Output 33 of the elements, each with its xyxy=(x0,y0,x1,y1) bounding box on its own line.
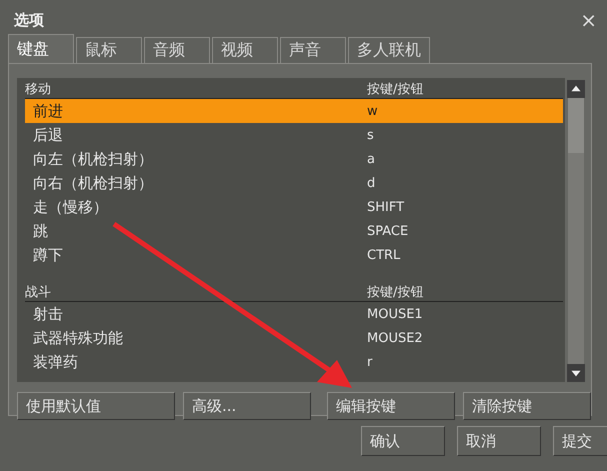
window-title: 选项 xyxy=(13,10,44,30)
scrollbar[interactable] xyxy=(567,80,585,382)
scroll-thumb[interactable] xyxy=(568,98,584,153)
binding-row[interactable]: 前进 w xyxy=(25,99,563,123)
panel-button[interactable]: 高级... xyxy=(183,392,311,420)
tab[interactable]: 键盘 xyxy=(8,34,74,63)
binding-row[interactable]: 向左（机枪扫射） a xyxy=(25,147,563,171)
binding-row[interactable]: 射击 MOUSE1 xyxy=(25,302,563,326)
section-header: 移动 xyxy=(25,81,52,98)
scroll-up-icon[interactable] xyxy=(567,80,585,98)
tab[interactable]: 视频 xyxy=(212,37,278,63)
binding-row[interactable]: 跳 SPACE xyxy=(25,219,563,243)
panel-button[interactable]: 清除按键 xyxy=(463,392,591,420)
binding-row[interactable]: 蹲下 CTRL xyxy=(25,243,563,267)
column-header: 按键/按钮 xyxy=(367,81,424,98)
section-header: 战斗 xyxy=(25,284,52,301)
column-header: 按键/按钮 xyxy=(367,284,424,301)
panel-button[interactable]: 使用默认值 xyxy=(17,392,175,420)
binding-row[interactable]: 武器特殊功能 MOUSE2 xyxy=(25,326,563,350)
tab[interactable]: 鼠标 xyxy=(76,37,142,63)
dialog-button[interactable]: 提交 xyxy=(553,426,607,456)
close-button[interactable]: × xyxy=(576,8,601,32)
panel-button[interactable]: 编辑按键 xyxy=(327,392,455,420)
tab[interactable]: 音频 xyxy=(144,37,210,63)
binding-row[interactable]: 走（慢移） SHIFT xyxy=(25,195,563,219)
dialog-button[interactable]: 取消 xyxy=(457,426,541,456)
binding-row[interactable]: 向右（机枪扫射） d xyxy=(25,171,563,195)
dialog-button[interactable]: 确认 xyxy=(361,426,445,456)
binding-row[interactable]: 装弹药 r xyxy=(25,350,563,374)
tab[interactable]: 声音 xyxy=(280,37,346,63)
binding-row[interactable]: 后退 s xyxy=(25,123,563,147)
tab[interactable]: 多人联机 xyxy=(348,37,430,63)
scroll-down-icon[interactable] xyxy=(567,364,585,382)
